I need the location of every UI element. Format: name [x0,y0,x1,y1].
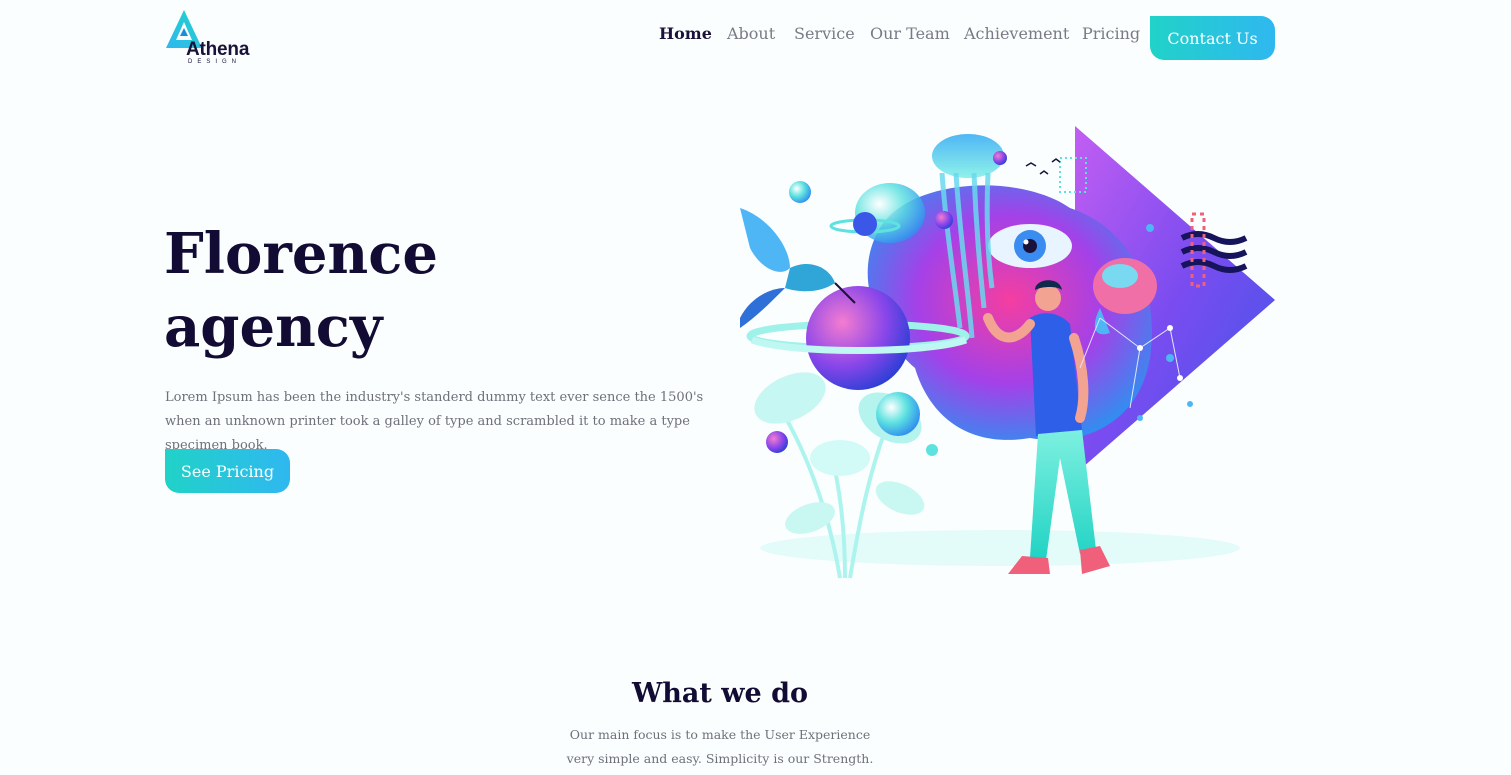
nav-home[interactable]: Home [659,24,712,43]
section-description: Our main focus is to make the User Exper… [566,727,874,766]
athena-logo[interactable]: Athena DESIGN [164,8,264,70]
site-header: Athena DESIGN Home About Service Our Tea… [0,0,1511,80]
section-title: What we do [631,678,809,709]
hero-title-line2: agency [164,294,383,360]
nav-about[interactable]: About [727,24,775,43]
nav-our-team[interactable]: Our Team [870,24,950,43]
nav-achievement[interactable]: Achievement [964,24,1069,43]
hero-description: Lorem Ipsum has been the industry's stan… [165,390,704,453]
nav-pricing[interactable]: Pricing [1082,24,1140,43]
hero-title: Florence agency [164,218,684,364]
contact-us-button[interactable]: Contact Us [1150,16,1275,60]
brand-name: Athena [186,39,250,60]
nav-service[interactable]: Service [794,24,855,43]
see-pricing-button[interactable]: See Pricing [165,449,290,493]
hero-illustration [740,126,1275,579]
hero-title-line1: Florence [164,221,438,287]
brand-tagline: DESIGN [188,59,242,65]
